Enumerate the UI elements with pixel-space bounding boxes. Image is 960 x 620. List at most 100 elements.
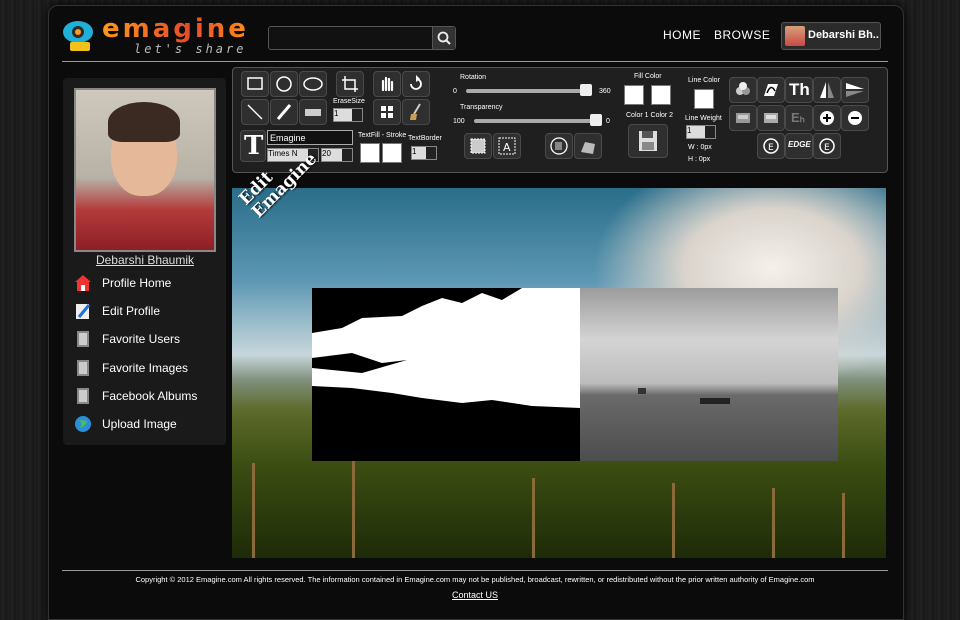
text-fill-swatch[interactable] (360, 143, 380, 163)
save-button[interactable] (628, 124, 668, 158)
rotation-slider[interactable] (466, 89, 592, 93)
sidebar-item-label: Favorite Users (102, 332, 181, 346)
line-weight-value: 1 (687, 126, 692, 135)
footer-divider (62, 570, 888, 571)
copy-icon (550, 137, 568, 155)
th-glyph: Th (789, 80, 810, 99)
brighten-button[interactable] (813, 105, 841, 131)
text-input[interactable] (267, 130, 353, 145)
darken-button[interactable] (841, 105, 869, 131)
crop-tool-button[interactable] (336, 71, 364, 97)
line-weight-select[interactable]: 1 (686, 125, 716, 139)
contact-us-link[interactable]: Contact US (48, 590, 902, 600)
emboss-filter-button[interactable]: Eₕ (785, 105, 813, 131)
height-readout: H : 0px (688, 156, 711, 163)
plus-circle-icon (820, 111, 834, 125)
redo-effect-button[interactable]: E (813, 133, 841, 159)
transparency-min: 100 (453, 118, 465, 125)
circle-tool-button[interactable] (270, 71, 298, 97)
tone-filter-button[interactable] (729, 105, 757, 131)
flip-vertical-button[interactable] (813, 77, 841, 103)
svg-text:E: E (768, 143, 774, 153)
search-icon (437, 31, 451, 45)
landscape-icon (736, 113, 750, 123)
copyright-text: Copyright © 2012 Emagine.com All rights … (135, 575, 815, 584)
minus-circle-icon (848, 111, 862, 125)
redo-icon: E (819, 138, 835, 154)
sidebar-item-upload-image[interactable]: Upload Image (74, 414, 224, 436)
fill-color-1-swatch[interactable] (624, 85, 644, 105)
search-button[interactable] (432, 27, 455, 49)
sidebar-item-favorite-users[interactable]: Favorite Users (74, 329, 224, 351)
pencil-tool-button[interactable] (270, 99, 298, 125)
line-color-swatch[interactable] (694, 89, 714, 109)
profile-name-link[interactable]: Debarshi Bhaumik (74, 253, 216, 267)
text-border-select[interactable]: 1 (411, 146, 437, 160)
line-icon (247, 104, 263, 120)
grayscale-image-layer[interactable] (580, 288, 838, 461)
rectangle-tool-button[interactable] (241, 71, 269, 97)
user-menu-button[interactable]: Debarshi Bh.. (781, 22, 881, 50)
svg-text:A: A (503, 141, 511, 154)
transparency-slider-knob[interactable] (590, 114, 602, 126)
flip-horizontal-button[interactable] (841, 77, 869, 103)
sidebar-item-label: Profile Home (102, 276, 172, 290)
profile-photo (74, 88, 216, 252)
eraser-tool-button[interactable] (299, 99, 327, 125)
brand-tagline: let's share (134, 42, 247, 56)
nav-browse-link[interactable]: BROWSE (714, 28, 770, 42)
rotation-label: Rotation (460, 74, 487, 81)
pan-tool-button[interactable] (373, 71, 401, 97)
transparency-slider[interactable] (474, 119, 602, 123)
transparency-max: 0 (606, 118, 610, 125)
sepia-filter-button[interactable] (757, 105, 785, 131)
undo-icon: E (763, 138, 779, 154)
avatar (785, 26, 805, 46)
sidebar-item-edit-profile[interactable]: Edit Profile (74, 301, 224, 323)
pencil-icon (276, 104, 292, 120)
pencil-icon (76, 304, 91, 319)
erase-size-value: 1 (334, 109, 339, 118)
undo-effect-button[interactable]: E (757, 133, 785, 159)
sidebar-item-facebook-albums[interactable]: Facebook Albums (74, 386, 224, 408)
ellipse-tool-button[interactable] (299, 71, 327, 97)
stamp-tool-button[interactable] (574, 133, 602, 159)
line-color-label: Line Color (688, 77, 720, 84)
brand-name: emagine (102, 14, 249, 44)
text-select-tool-button[interactable]: A (493, 133, 521, 159)
rotate-tool-button[interactable] (402, 71, 430, 97)
text-effect-button[interactable]: Th (785, 77, 813, 103)
line-weight-label: Line Weight (685, 115, 722, 122)
font-size-select[interactable]: 20 (321, 148, 353, 162)
nav-home-link[interactable]: HOME (663, 28, 701, 42)
transparency-label: Transparency (460, 104, 503, 111)
rotation-max: 360 (599, 88, 611, 95)
rotation-slider-knob[interactable] (579, 84, 592, 96)
search-input[interactable] (271, 29, 435, 47)
profile-photo-hair (108, 102, 180, 142)
text-tool-button[interactable]: T (240, 130, 266, 162)
curve-filter-button[interactable] (757, 77, 785, 103)
erase-size-select[interactable]: 1 (333, 108, 363, 122)
book-icon (77, 360, 89, 376)
fit-tool-button[interactable] (373, 99, 401, 125)
erase-size-label: EraseSize (333, 98, 365, 105)
vine-post (772, 488, 775, 558)
brush-tool-button[interactable] (402, 99, 430, 125)
brush-icon (410, 103, 421, 120)
svg-text:E: E (824, 143, 830, 153)
sidebar-item-profile-home[interactable]: Profile Home (74, 273, 224, 295)
site-logo[interactable]: emagine let's share (62, 14, 262, 58)
select-tool-button[interactable] (464, 133, 492, 159)
vine-post (672, 483, 675, 558)
edge-filter-button[interactable]: EDGE (785, 133, 813, 159)
sidebar-item-label: Facebook Albums (102, 389, 198, 403)
line-tool-button[interactable] (241, 99, 269, 125)
copy-tool-button[interactable] (545, 133, 573, 159)
blend-filter-button[interactable] (729, 77, 757, 103)
threshold-image-layer[interactable] (312, 288, 580, 461)
sidebar-item-favorite-images[interactable]: Favorite Images (74, 358, 224, 380)
fill-color-2-swatch[interactable] (651, 85, 671, 105)
book-icon (77, 388, 89, 404)
text-stroke-swatch[interactable] (382, 143, 402, 163)
